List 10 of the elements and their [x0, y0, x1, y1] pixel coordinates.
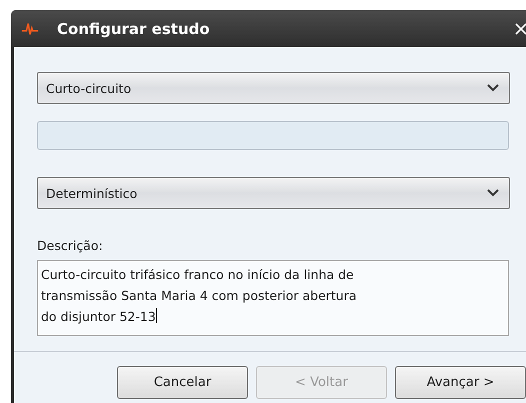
- chevron-down-icon: [487, 189, 499, 197]
- description-label: Descrição:: [37, 238, 104, 253]
- description-field[interactable]: Curto-circuito trifásico franco no início da linha de transmissão Santa Maria 4 com posterior abertura do disjuntor 52-13: [37, 260, 509, 336]
- chevron-down-icon: [487, 84, 499, 92]
- close-icon[interactable]: [515, 23, 526, 35]
- dialog-button[interactable]: Cancelar: [117, 366, 248, 399]
- dialog-button[interactable]: Avançar >: [395, 366, 526, 399]
- study-type-dropdown[interactable]: Curto-circuito: [37, 72, 510, 104]
- mode-dropdown[interactable]: Determinístico: [37, 177, 510, 209]
- window-title: Configurar estudo: [57, 20, 210, 38]
